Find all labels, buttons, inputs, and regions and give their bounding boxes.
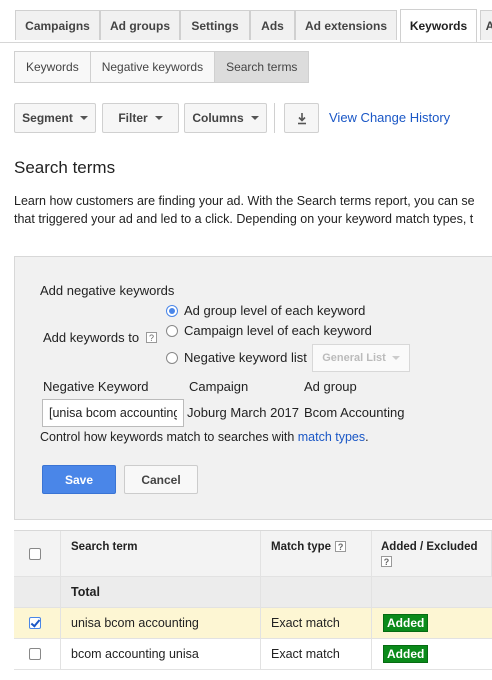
match-types-link[interactable]: match types [298,430,365,444]
row-checkbox[interactable] [29,617,41,629]
col-negative-keyword: Negative Keyword [43,379,149,394]
match-type-cell: Exact match [271,616,340,630]
tab-ad-groups[interactable]: Ad groups [100,10,180,40]
cancel-button[interactable]: Cancel [124,465,198,494]
header-search-term[interactable]: Search term [71,531,251,576]
option-ad-group-level-label: Ad group level of each keyword [184,303,366,318]
chevron-down-icon [250,116,259,120]
filter-label: Filter [118,111,148,125]
add-negative-keywords-panel: Add negative keywords Add keywords to ? … [14,256,492,520]
negative-keyword-input[interactable] [42,399,184,427]
col-campaign: Campaign [189,379,249,394]
subtab-keywords[interactable]: Keywords [15,52,91,82]
table-row[interactable]: bcom accounting unisa Exact match Added [14,639,492,670]
match-types-help-period: . [365,430,369,444]
search-term-cell: bcom accounting unisa [71,647,199,661]
view-change-history-link[interactable]: View Change History [329,110,450,125]
status-cell: Added [383,608,483,638]
tab-overflow[interactable]: A [480,10,492,40]
col-ad-group: Ad group [304,379,357,394]
tab-ads[interactable]: Ads [250,10,295,40]
columns-label: Columns [192,111,244,125]
table-total-row: Total [14,577,492,608]
subtab-search-terms[interactable]: Search terms [215,52,309,82]
download-button[interactable] [284,103,319,133]
ad-group-value: Bcom Accounting [304,405,405,420]
radio-negative-keyword-list[interactable] [166,352,178,364]
help-icon[interactable]: ? [146,332,157,343]
page-title: Search terms [14,158,116,177]
row-checkbox[interactable] [29,648,41,660]
save-button[interactable]: Save [42,465,116,494]
status-cell: Added [383,639,483,669]
description-line-1: Learn how customers are finding your ad.… [14,194,475,208]
row-select-cell [29,608,49,638]
chevron-down-icon [154,116,163,120]
status-badge: Added [383,614,429,632]
tab-campaigns[interactable]: Campaigns [15,10,100,40]
chevron-down-icon [79,116,88,120]
campaign-value: Joburg March 2017 [187,405,300,420]
header-match-type[interactable]: Match type ? [271,531,371,576]
download-icon [297,112,306,124]
header-match-type-label: Match type [271,541,332,553]
radio-campaign-level[interactable] [166,325,178,337]
match-types-help-text: Control how keywords match to searches w… [40,430,369,444]
tab-settings[interactable]: Settings [180,10,250,40]
panel-heading: Add negative keywords [40,283,175,298]
segment-button[interactable]: Segment [14,103,96,133]
option-campaign-level-label: Campaign level of each keyword [184,323,372,338]
help-icon[interactable]: ? [381,556,392,567]
radio-ad-group-level[interactable] [166,305,178,317]
segment-label: Segment [22,111,73,125]
negative-list-dropdown-value: General List [322,352,386,364]
add-keywords-to-label: Add keywords to [43,330,140,345]
top-tab-bar: Campaigns Ad groups Settings Ads Ad exte… [0,0,492,43]
header-added-excluded-label: Added / Excluded [381,541,478,553]
status-badge: Added [383,645,429,663]
tab-keywords[interactable]: Keywords [400,9,477,42]
table-row[interactable]: unisa bcom accounting Exact match Added [14,608,492,639]
page-description: Learn how customers are finding your ad.… [14,192,492,228]
subtab-negative-keywords[interactable]: Negative keywords [90,52,216,82]
match-types-help-prefix: Control how keywords match to searches w… [40,430,298,444]
table-header-row: Search term Match type ? Added / Exclude… [14,531,492,577]
option-negative-keyword-list-label: Negative keyword list [184,350,307,365]
filter-button[interactable]: Filter [102,103,179,133]
subtab-bar: Keywords Negative keywords Search terms [14,51,310,83]
select-all-checkbox[interactable] [29,547,41,560]
search-terms-table: Search term Match type ? Added / Exclude… [14,530,492,670]
header-added-excluded[interactable]: Added / Excluded ? [381,531,491,576]
search-term-cell: unisa bcom accounting [71,616,199,630]
toolbar-divider [274,103,275,133]
columns-button[interactable]: Columns [184,103,267,133]
row-select-cell [29,639,49,669]
tab-ad-extensions[interactable]: Ad extensions [295,10,397,40]
chevron-down-icon [391,356,400,360]
help-icon[interactable]: ? [335,541,347,552]
description-line-2: that triggered your ad and led to a clic… [14,212,474,226]
total-label: Total [71,585,100,599]
match-type-cell: Exact match [271,647,340,661]
negative-list-dropdown: General List [312,344,410,372]
select-all-cell [29,531,49,576]
